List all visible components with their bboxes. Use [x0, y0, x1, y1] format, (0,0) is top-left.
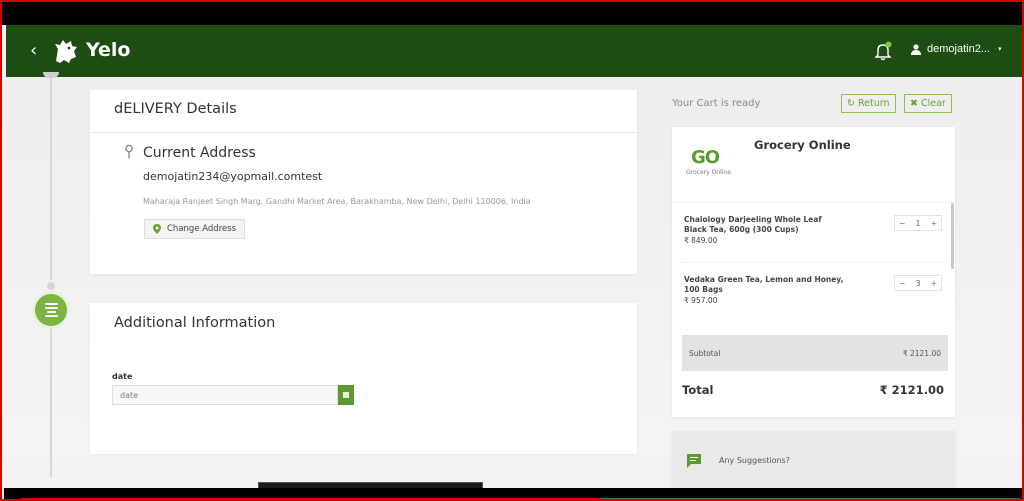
item-name: Vedaka Green Tea, Lemon and Honey, 100 B… — [684, 275, 844, 294]
lion-logo-icon — [55, 40, 77, 63]
cart-card: GO Grocery Online Grocery Online Chaiolo… — [672, 127, 955, 417]
address-heading: Current Address — [143, 145, 256, 161]
item-price: ₹ 957.00 — [684, 296, 718, 305]
total-value: ₹ 2121.00 — [879, 383, 944, 397]
date-input[interactable] — [112, 385, 338, 405]
clear-button[interactable]: ✖ Clear — [904, 94, 952, 113]
total-label: Total — [682, 383, 714, 397]
decrease-quantity-button[interactable]: − — [898, 279, 906, 288]
store-logo-mark: GO — [691, 147, 720, 168]
clear-label: Clear — [920, 98, 946, 109]
screen-frame: ‹ Yelo demojatin2... ▾ dELIVERY Details — [0, 0, 1024, 501]
back-arrow-icon[interactable]: ‹ — [30, 40, 37, 61]
map-marker-icon — [153, 224, 161, 234]
user-icon — [911, 43, 921, 55]
chevron-down-icon: ▾ — [997, 46, 1002, 53]
username: demojatin2... — [927, 43, 990, 55]
cart-item: Chaiology Darjeeling Whole Leaf Black Te… — [684, 215, 844, 245]
notification-bell-icon[interactable] — [874, 41, 892, 61]
cart-item: Vedaka Green Tea, Lemon and Honey, 100 B… — [684, 275, 844, 305]
subtotal-value: ₹ 2121.00 — [902, 348, 941, 358]
user-menu[interactable]: demojatin2... ▾ — [911, 43, 1002, 55]
app-name: Yelo — [86, 39, 131, 61]
subtotal-label: Subtotal — [689, 348, 721, 358]
cart-scrollbar[interactable] — [951, 203, 954, 269]
app-header: ‹ Yelo demojatin2... ▾ — [6, 25, 1022, 77]
quantity-value: 1 — [915, 218, 921, 228]
delivery-title: dELIVERY Details — [114, 101, 237, 117]
delivery-details-card: dELIVERY Details Current Address demojat… — [90, 90, 637, 274]
timeline-line — [50, 77, 52, 477]
increase-quantity-button[interactable]: + — [930, 279, 938, 288]
cart-status-text: Your Cart is ready — [672, 98, 761, 109]
location-pin-icon — [125, 144, 133, 159]
quantity-stepper: − 3 + — [894, 275, 942, 291]
top-black-bar — [2, 2, 1022, 25]
suggestions-card[interactable]: Any Suggestions? — [672, 431, 955, 491]
date-label: date — [112, 372, 133, 381]
increase-quantity-button[interactable]: + — [930, 219, 938, 228]
return-button[interactable]: ↻ Return — [841, 94, 896, 113]
item-separator — [682, 262, 948, 263]
divider — [90, 132, 637, 133]
chat-icon — [687, 454, 701, 468]
item-price: ₹ 849.00 — [684, 236, 718, 245]
return-icon: ↻ — [847, 98, 855, 109]
subtotal-row: Subtotal ₹ 2121.00 — [682, 335, 948, 371]
store-name: Grocery Online — [754, 138, 851, 152]
store-logo-caption: Grocery Online — [686, 169, 731, 176]
change-address-button[interactable]: Change Address — [144, 219, 246, 239]
suggestions-label: Any Suggestions? — [719, 456, 790, 465]
list-details-icon — [35, 294, 67, 326]
additional-information-card: Additional Information date — [90, 303, 637, 454]
quantity-stepper: − 1 + — [894, 215, 942, 231]
date-picker-button[interactable] — [338, 385, 354, 405]
video-controls-bar — [4, 488, 1022, 499]
item-name: Chaiology Darjeeling Whole Leaf Black Te… — [684, 215, 822, 234]
quantity-value: 3 — [915, 278, 921, 288]
total-row: Total ₹ 2121.00 — [682, 383, 944, 397]
additional-title: Additional Information — [114, 315, 276, 331]
change-address-label: Change Address — [167, 224, 237, 234]
store-logo: GO Grocery Online — [684, 147, 739, 183]
decrease-quantity-button[interactable]: − — [898, 219, 906, 228]
timeline-dot — [45, 280, 57, 292]
divider — [672, 202, 955, 203]
return-label: Return — [857, 98, 890, 109]
clear-icon: ✖ — [910, 98, 918, 109]
calendar-icon — [343, 392, 349, 398]
address-line: Maharaja Ranjeet Singh Marg, Gandhi Mark… — [143, 197, 531, 206]
address-email: demojatin234@yopmail.comtest — [143, 170, 323, 183]
